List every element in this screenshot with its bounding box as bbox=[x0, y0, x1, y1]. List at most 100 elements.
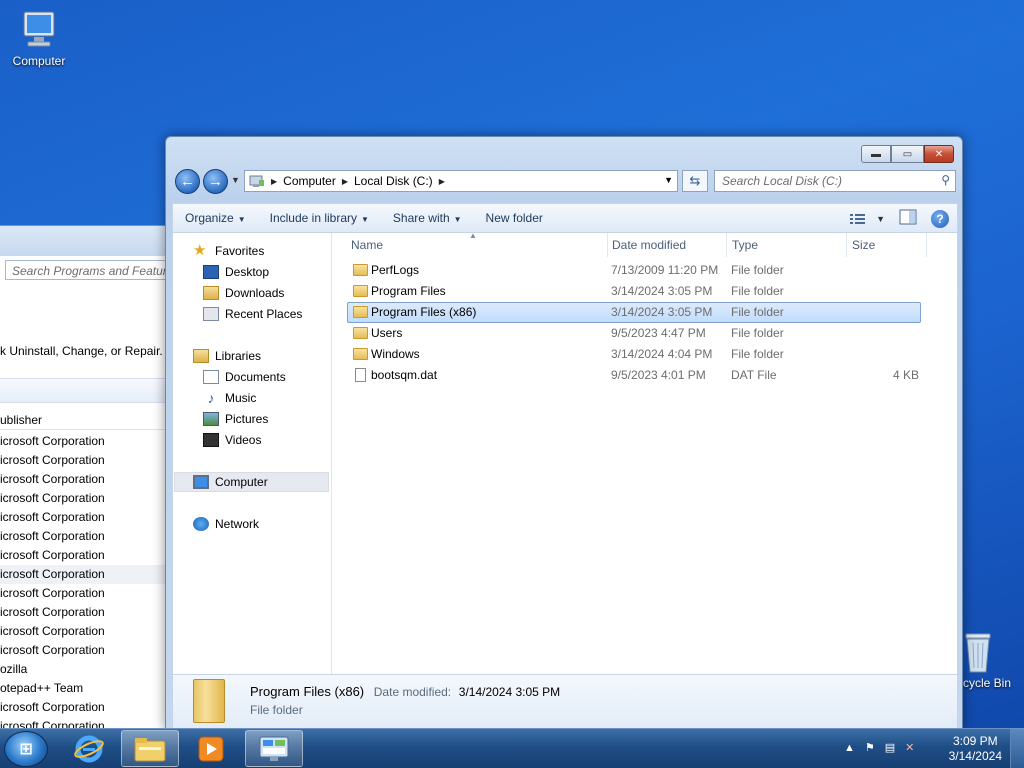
refresh-button[interactable]: ⇆ bbox=[682, 170, 708, 192]
views-button[interactable]: ▼ bbox=[850, 213, 885, 225]
programs-and-features-window[interactable]: Search Programs and Features k Uninstall… bbox=[0, 225, 175, 733]
table-row[interactable]: icrosoft Corporation bbox=[0, 508, 170, 527]
maximize-button[interactable]: ▭ bbox=[891, 145, 924, 163]
file-date: 9/5/2023 4:47 PM bbox=[611, 326, 706, 340]
nav-documents[interactable]: Documents bbox=[203, 370, 286, 384]
recent-pages-dropdown[interactable]: ▼ bbox=[231, 175, 240, 185]
libraries-icon bbox=[193, 349, 209, 363]
show-desktop-button[interactable] bbox=[1010, 729, 1024, 768]
action-center-flag-icon[interactable]: ⚑ bbox=[865, 741, 875, 754]
table-row[interactable]: icrosoft Corporation bbox=[0, 565, 170, 584]
nav-libraries[interactable]: Libraries bbox=[193, 349, 261, 363]
file-row-program-files[interactable]: Program Files 3/14/2024 3:05 PM File fol… bbox=[347, 281, 921, 302]
taskbar-control-panel[interactable] bbox=[245, 730, 303, 767]
system-tray: ▲ ⚑ ▤ ✕ bbox=[844, 741, 914, 755]
file-row-windows[interactable]: Windows 3/14/2024 4:04 PM File folder bbox=[347, 344, 921, 365]
breadcrumb-local-disk[interactable]: Local Disk (C:) bbox=[348, 174, 439, 188]
column-divider[interactable] bbox=[846, 233, 847, 257]
table-row[interactable]: icrosoft Corporation bbox=[0, 451, 170, 470]
new-folder-button[interactable]: New folder bbox=[474, 211, 555, 225]
explorer-body: ★ Favorites Desktop Downloads Recent Pla… bbox=[172, 231, 958, 675]
breadcrumb-chevron-icon[interactable]: ▶ bbox=[439, 177, 445, 186]
folder-icon bbox=[353, 348, 368, 363]
file-name: PerfLogs bbox=[371, 263, 420, 277]
nav-desktop[interactable]: Desktop bbox=[203, 265, 269, 279]
details-date-label: Date modified: bbox=[373, 685, 452, 699]
search-input[interactable]: Search Local Disk (C:) ⚲ bbox=[714, 170, 956, 192]
nav-label: Favorites bbox=[215, 244, 265, 258]
minimize-button[interactable]: ▬ bbox=[861, 145, 891, 163]
nav-downloads[interactable]: Downloads bbox=[203, 286, 284, 300]
nav-label: Documents bbox=[225, 370, 286, 384]
desktop-computer-icon[interactable]: Computer bbox=[4, 8, 74, 68]
taskbar-media-player[interactable] bbox=[182, 730, 240, 767]
help-icon[interactable]: ? bbox=[931, 209, 949, 228]
bg-window-hint-text: k Uninstall, Change, or Repair. bbox=[0, 344, 163, 358]
taskbar-explorer[interactable] bbox=[121, 730, 179, 767]
address-bar[interactable]: ▶ Computer ▶ Local Disk (C:) ▶ ▼ bbox=[244, 170, 678, 192]
table-row[interactable]: icrosoft Corporation bbox=[0, 527, 170, 546]
folder-icon bbox=[353, 264, 368, 279]
taskbar-internet-explorer[interactable] bbox=[60, 730, 118, 767]
table-row[interactable]: icrosoft Corporation bbox=[0, 641, 170, 660]
nav-favorites[interactable]: ★ Favorites bbox=[193, 243, 265, 258]
clock[interactable]: 3:09 PM 3/14/2024 bbox=[949, 734, 1002, 764]
file-type: File folder bbox=[731, 326, 784, 340]
file-row-perflogs[interactable]: PerfLogs 7/13/2009 11:20 PM File folder bbox=[347, 260, 921, 281]
taskbar: ⊞ ▲ ⚑ ▤ ✕ 3:09 PM 3/14/2024 bbox=[0, 728, 1024, 768]
table-row[interactable]: ozilla bbox=[0, 660, 170, 679]
table-row[interactable]: otepad++ Team bbox=[0, 679, 170, 698]
table-row[interactable]: icrosoft Corporation bbox=[0, 584, 170, 603]
nav-recent-places[interactable]: Recent Places bbox=[203, 307, 302, 321]
clock-date: 3/14/2024 bbox=[948, 749, 1002, 763]
forward-button[interactable]: → bbox=[203, 169, 228, 194]
chevron-down-icon: ▼ bbox=[876, 213, 885, 224]
bg-window-rows: icrosoft Corporation icrosoft Corporatio… bbox=[0, 432, 170, 736]
back-button[interactable]: ← bbox=[175, 169, 200, 194]
search-icon[interactable]: ⚲ bbox=[941, 173, 950, 187]
file-row-bootsqm[interactable]: bootsqm.dat 9/5/2023 4:01 PM DAT File 4 … bbox=[347, 365, 921, 386]
view-details-icon bbox=[850, 213, 866, 224]
include-in-library-button[interactable]: Include in library ▼ bbox=[258, 211, 381, 225]
bg-window-search-input[interactable]: Search Programs and Features bbox=[5, 260, 175, 280]
nav-computer[interactable]: Computer bbox=[193, 475, 268, 489]
column-type[interactable]: Type bbox=[732, 238, 758, 252]
publisher-column-header[interactable]: ublisher bbox=[0, 410, 170, 430]
column-divider[interactable] bbox=[607, 233, 608, 257]
organize-button[interactable]: Organize ▼ bbox=[173, 211, 258, 225]
nav-pictures[interactable]: Pictures bbox=[203, 412, 268, 426]
documents-icon bbox=[203, 370, 219, 384]
column-name[interactable]: Name bbox=[351, 238, 383, 252]
network-icon[interactable]: ▤ bbox=[885, 741, 895, 754]
table-row[interactable]: icrosoft Corporation bbox=[0, 622, 170, 641]
table-row[interactable]: icrosoft Corporation bbox=[0, 489, 170, 508]
file-row-program-files-x86[interactable]: Program Files (x86) 3/14/2024 3:05 PM Fi… bbox=[347, 302, 921, 323]
column-size[interactable]: Size bbox=[852, 238, 875, 252]
table-row[interactable]: icrosoft Corporation bbox=[0, 546, 170, 565]
close-button[interactable]: ✕ bbox=[924, 145, 954, 163]
table-row[interactable]: icrosoft Corporation bbox=[0, 432, 170, 451]
share-with-button[interactable]: Share with ▼ bbox=[381, 211, 474, 225]
column-divider[interactable] bbox=[926, 233, 927, 257]
breadcrumb-computer[interactable]: Computer bbox=[277, 174, 342, 188]
table-row[interactable]: icrosoft Corporation bbox=[0, 698, 170, 717]
nav-label: Downloads bbox=[225, 286, 285, 300]
downloads-icon bbox=[203, 286, 219, 300]
file-row-users[interactable]: Users 9/5/2023 4:47 PM File folder bbox=[347, 323, 921, 344]
file-type: File folder bbox=[731, 263, 784, 277]
caption-buttons: ▬ ▭ ✕ bbox=[861, 145, 954, 163]
column-divider[interactable] bbox=[726, 233, 727, 257]
preview-pane-button[interactable] bbox=[899, 209, 917, 228]
nav-music[interactable]: ♪ Music bbox=[203, 391, 257, 405]
nav-videos[interactable]: Videos bbox=[203, 433, 261, 447]
file-date: 3/14/2024 3:05 PM bbox=[611, 305, 713, 319]
nav-network[interactable]: Network bbox=[193, 517, 259, 531]
address-history-dropdown[interactable]: ▼ bbox=[664, 175, 673, 185]
column-date-modified[interactable]: Date modified bbox=[612, 238, 686, 252]
table-row[interactable]: icrosoft Corporation bbox=[0, 470, 170, 489]
table-row[interactable]: icrosoft Corporation bbox=[0, 603, 170, 622]
start-button[interactable]: ⊞ bbox=[4, 731, 48, 767]
volume-muted-icon[interactable]: ✕ bbox=[905, 741, 914, 754]
show-hidden-icons-button[interactable]: ▲ bbox=[844, 742, 855, 754]
file-name: bootsqm.dat bbox=[371, 368, 438, 382]
